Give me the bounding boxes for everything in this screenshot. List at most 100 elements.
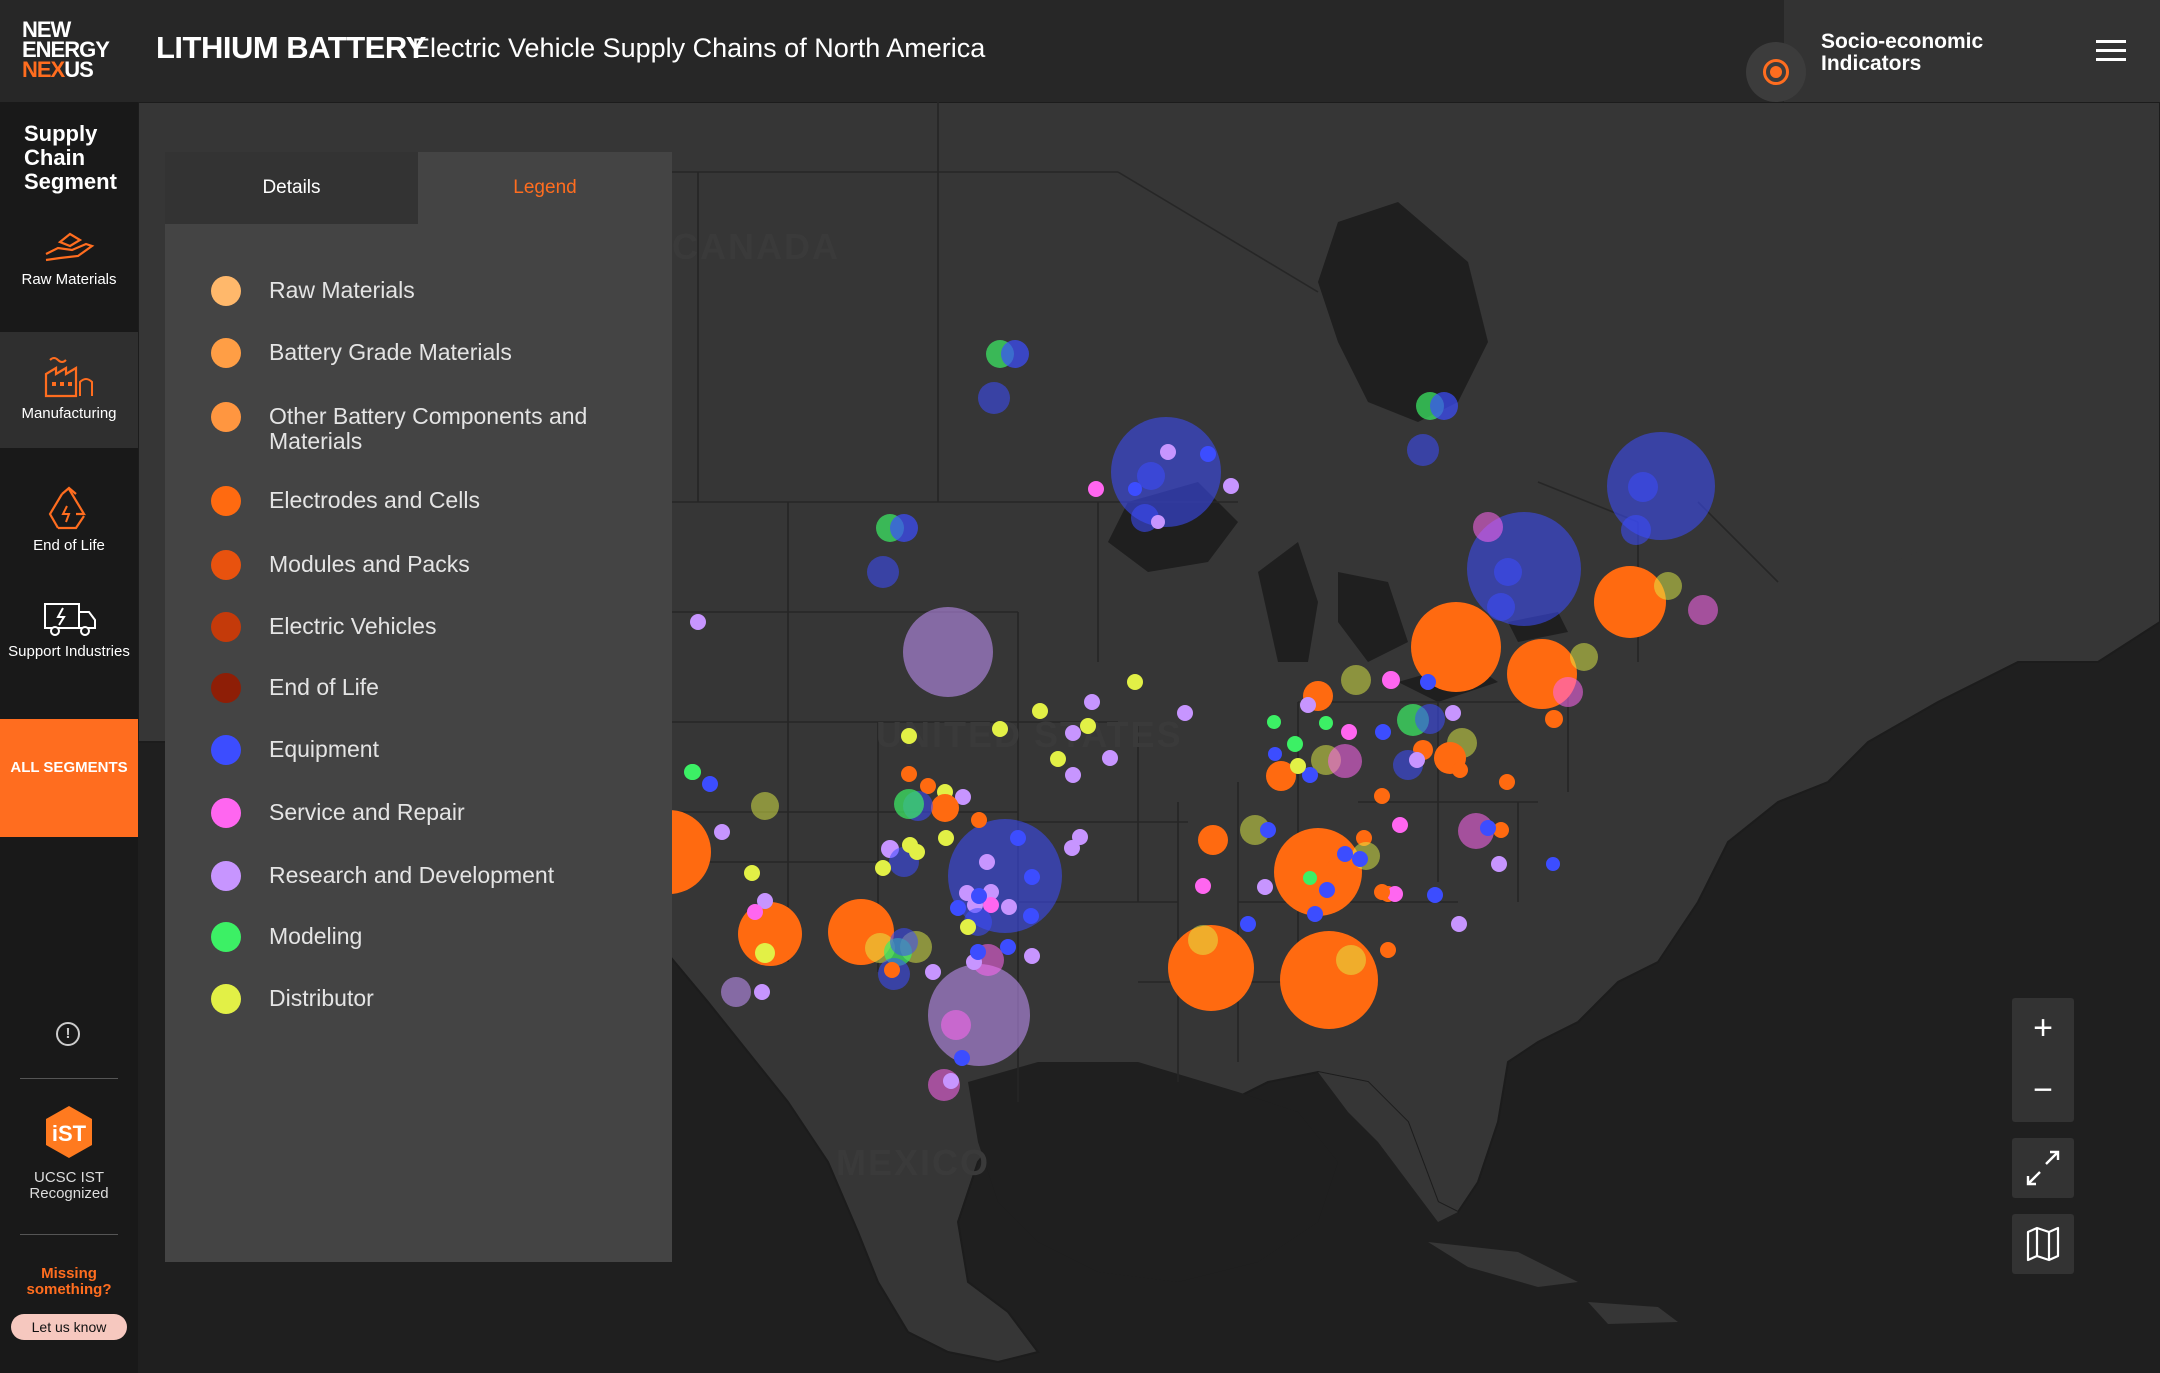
facility-marker[interactable] [1451,916,1467,932]
facility-marker[interactable] [1065,725,1081,741]
facility-marker[interactable] [755,943,775,963]
facility-marker[interactable] [978,382,1010,414]
facility-marker[interactable] [744,865,760,881]
facility-marker[interactable] [1111,417,1221,527]
facility-marker[interactable] [1000,939,1016,955]
facility-marker[interactable] [1494,558,1522,586]
facility-marker[interactable] [1487,593,1515,621]
facility-marker[interactable] [1326,860,1342,876]
facility-marker[interactable] [1200,446,1216,462]
facility-marker[interactable] [751,792,779,820]
facility-marker[interactable] [1319,882,1335,898]
facility-marker[interactable] [890,928,918,956]
facility-marker[interactable] [1499,774,1515,790]
hamburger-menu-icon[interactable] [2096,40,2126,62]
facility-marker[interactable] [992,721,1008,737]
new-energy-nexus-logo[interactable]: NEW ENERGY NEXUS [22,19,110,81]
facility-marker[interactable] [1195,878,1211,894]
facility-marker[interactable] [1409,752,1425,768]
facility-marker[interactable] [1628,472,1658,502]
facility-marker[interactable] [702,776,718,792]
facility-marker[interactable] [1151,515,1165,529]
facility-marker[interactable] [1160,444,1176,460]
facility-marker[interactable] [1374,788,1390,804]
ucsc-ist-badge[interactable]: iST [44,1104,94,1160]
facility-marker[interactable] [1594,566,1666,638]
facility-marker[interactable] [1374,884,1390,900]
facility-marker[interactable] [1300,697,1316,713]
facility-marker[interactable] [1341,724,1357,740]
zoom-in-button[interactable]: + [2012,998,2074,1060]
facility-marker[interactable] [1274,828,1362,916]
facility-marker[interactable] [1023,908,1039,924]
facility-marker[interactable] [1407,434,1439,466]
facility-marker[interactable] [1382,671,1400,689]
facility-marker[interactable] [971,888,987,904]
facility-marker[interactable] [948,819,1062,933]
facility-marker[interactable] [721,977,751,1007]
sidebar-item-end-of-life[interactable]: End of Life [0,486,138,592]
facility-marker[interactable] [1260,822,1276,838]
facility-marker[interactable] [1307,906,1323,922]
tab-details[interactable]: Details [165,152,418,224]
facility-marker[interactable] [954,1050,970,1066]
facility-marker[interactable] [1032,703,1048,719]
facility-marker[interactable] [1198,825,1228,855]
facility-marker[interactable] [1480,820,1496,836]
facility-marker[interactable] [1267,715,1281,729]
tab-legend[interactable]: Legend [418,152,672,224]
socio-economic-label[interactable]: Socio-economic Indicators [1821,31,2021,75]
facility-marker[interactable] [1084,694,1100,710]
facility-marker[interactable] [1341,665,1371,695]
facility-marker[interactable] [1128,482,1142,496]
facility-marker[interactable] [1654,572,1682,600]
sidebar-item-manufacturing[interactable]: Manufacturing [0,332,138,448]
facility-marker[interactable] [1088,481,1104,497]
facility-marker[interactable] [754,984,770,1000]
fullscreen-button[interactable] [2012,1138,2074,1198]
facility-marker[interactable] [960,919,976,935]
facility-marker[interactable] [901,766,917,782]
facility-marker[interactable] [1392,817,1408,833]
facility-marker[interactable] [1546,857,1560,871]
all-segments-button[interactable]: ALL SEGMENTS [0,719,138,837]
let-us-know-button[interactable]: Let us know [11,1314,127,1340]
facility-marker[interactable] [931,794,959,822]
facility-marker[interactable] [714,824,730,840]
facility-marker[interactable] [1553,677,1583,707]
facility-marker[interactable] [971,812,987,828]
facility-marker[interactable] [1336,945,1366,975]
facility-marker[interactable] [1570,643,1598,671]
facility-marker[interactable] [1177,705,1193,721]
facility-marker[interactable] [903,607,993,697]
facility-marker[interactable] [1452,762,1468,778]
facility-marker[interactable] [920,778,936,794]
facility-marker[interactable] [1445,705,1461,721]
facility-marker[interactable] [867,556,899,588]
facility-marker[interactable] [1102,750,1118,766]
facility-marker[interactable] [1337,846,1353,862]
facility-marker[interactable] [943,1073,959,1089]
facility-marker[interactable] [1427,887,1443,903]
facility-marker[interactable] [684,764,700,780]
facility-marker[interactable] [901,728,917,744]
basemap-button[interactable] [2012,1214,2074,1274]
sidebar-item-raw-materials[interactable]: Raw Materials [0,226,138,332]
facility-marker[interactable] [970,944,986,960]
facility-marker[interactable] [1415,704,1445,734]
sidebar-item-support-industries[interactable]: Support Industries [0,598,138,718]
facility-marker[interactable] [1375,724,1391,740]
facility-marker[interactable] [1328,744,1362,778]
facility-marker[interactable] [1050,751,1066,767]
facility-marker[interactable] [1380,942,1396,958]
facility-marker[interactable] [928,964,1030,1066]
facility-marker[interactable] [1545,710,1563,728]
socio-economic-toggle[interactable] [1746,42,1806,102]
facility-marker[interactable] [1319,716,1333,730]
facility-marker[interactable] [938,830,954,846]
facility-marker[interactable] [1352,851,1368,867]
facility-marker[interactable] [890,514,918,542]
facility-marker[interactable] [1257,879,1273,895]
facility-marker[interactable] [1420,674,1436,690]
facility-marker[interactable] [1688,595,1718,625]
